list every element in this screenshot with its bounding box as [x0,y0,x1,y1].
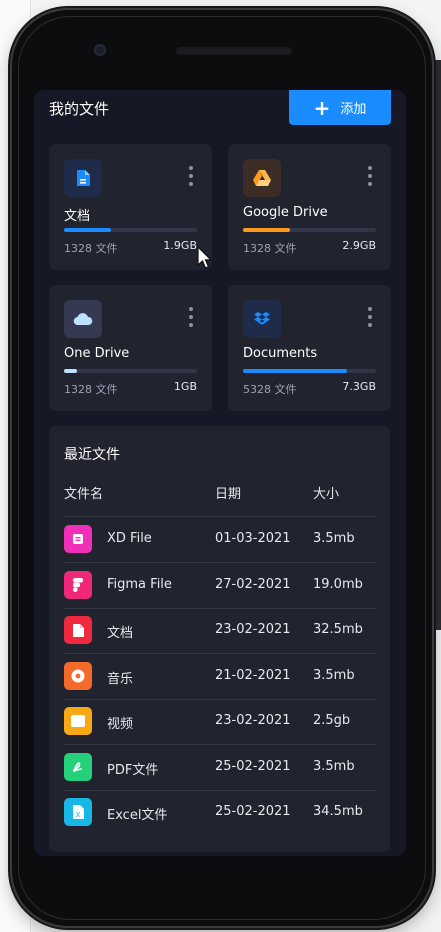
file-size: 3.5mb [313,758,355,774]
file-row[interactable]: XD File 01-03-2021 3.5mb [64,517,376,563]
storage-card-onedrive[interactable]: One Drive 1328 文件 1GB [49,285,212,411]
column-header-size[interactable]: 大小 [313,483,339,502]
file-name: 文档 [107,626,134,641]
file-date: 23-02-2021 [215,622,291,637]
file-row[interactable]: 视频 23-02-2021 2.5gb [64,699,376,745]
music-icon [64,661,92,690]
recent-files-panel: 最近文件 文件名 日期 大小 XD File 01-03-2021 3.5mb Fig… [49,426,390,852]
add-button[interactable]: + 添加 [289,90,391,125]
storage-card-google-drive[interactable]: Google Drive 1328 文件 2.9GB [228,144,391,270]
svg-text:X: X [76,811,81,819]
mouse-cursor-icon [197,246,213,269]
file-date: 27-02-2021 [215,576,291,592]
usage-bar [243,228,376,232]
usage-bar-fill [243,369,347,373]
storage-size: 2.9GB [342,239,376,252]
file-row[interactable]: Figma File 27-02-2021 19.0mb [64,563,376,609]
page-title: 我的文件 [49,100,110,118]
file-date: 23-02-2021 [215,713,291,728]
storage-size: 7.3GB [342,380,376,393]
file-name: 音乐 [107,671,134,687]
xd-file-icon [64,525,92,553]
usage-bar-fill [64,228,111,232]
usage-bar-fill [64,369,78,373]
card-name: Documents [243,346,318,361]
figma-icon [64,570,92,599]
excel-icon: X [64,798,92,826]
more-options-icon[interactable] [188,307,194,327]
video-icon [64,707,92,735]
recent-files-title: 最近文件 [64,447,120,463]
file-date: 25-02-2021 [215,758,291,774]
pdf-icon [64,752,92,781]
file-name: Figma File [107,576,172,592]
document-icon [64,159,102,197]
more-options-icon[interactable] [367,166,373,186]
file-count: 1328 文件 [243,242,297,255]
file-date: 25-02-2021 [215,804,291,819]
app-screen: 我的文件 + 添加 文档 1328 文件 1.9GB Google Drive … [34,90,406,856]
usage-bar [64,369,197,373]
file-name: XD File [107,531,152,546]
card-name: One Drive [64,346,130,361]
storage-card-docs[interactable]: 文档 1328 文件 1.9GB [49,144,212,270]
file-name: Excel文件 [107,808,168,823]
file-size: 34.5mb [313,804,363,819]
file-name: 视频 [107,717,134,732]
card-name: Google Drive [243,205,328,220]
file-row[interactable]: X Excel文件 25-02-2021 34.5mb [64,790,376,835]
file-size: 32.5mb [313,622,363,637]
file-size: 19.0mb [313,576,363,592]
usage-bar-fill [243,228,290,232]
file-count: 5328 文件 [243,383,297,396]
storage-size: 1.9GB [163,239,197,252]
file-row[interactable]: PDF文件 25-02-2021 3.5mb [64,745,376,791]
dropbox-icon [243,300,281,338]
storage-card-documents[interactable]: Documents 5328 文件 7.3GB [228,285,391,411]
file-size: 3.5mb [313,531,355,546]
file-date: 21-02-2021 [215,667,291,683]
add-button-label: 添加 [340,102,367,117]
earpiece-speaker [175,45,293,55]
usage-bar [243,369,376,373]
column-header-date[interactable]: 日期 [215,483,241,502]
file-count: 1328 文件 [64,383,118,396]
column-header-name[interactable]: 文件名 [64,483,103,502]
file-row[interactable]: 文档 23-02-2021 32.5mb [64,608,376,654]
file-size: 3.5mb [313,667,355,683]
more-options-icon[interactable] [188,166,194,186]
more-options-icon[interactable] [367,307,373,327]
file-count: 1328 文件 [64,242,118,255]
usage-bar [64,228,197,232]
file-date: 01-03-2021 [215,531,291,546]
file-size: 2.5gb [313,713,351,728]
card-name: 文档 [64,209,91,224]
file-name: PDF文件 [107,762,159,778]
front-camera [94,44,106,56]
file-row[interactable]: 音乐 21-02-2021 3.5mb [64,654,376,700]
onedrive-cloud-icon [64,300,102,338]
document-file-icon [64,616,92,644]
google-drive-icon [243,159,281,197]
storage-size: 1GB [173,380,197,393]
plus-icon: + [313,95,331,120]
